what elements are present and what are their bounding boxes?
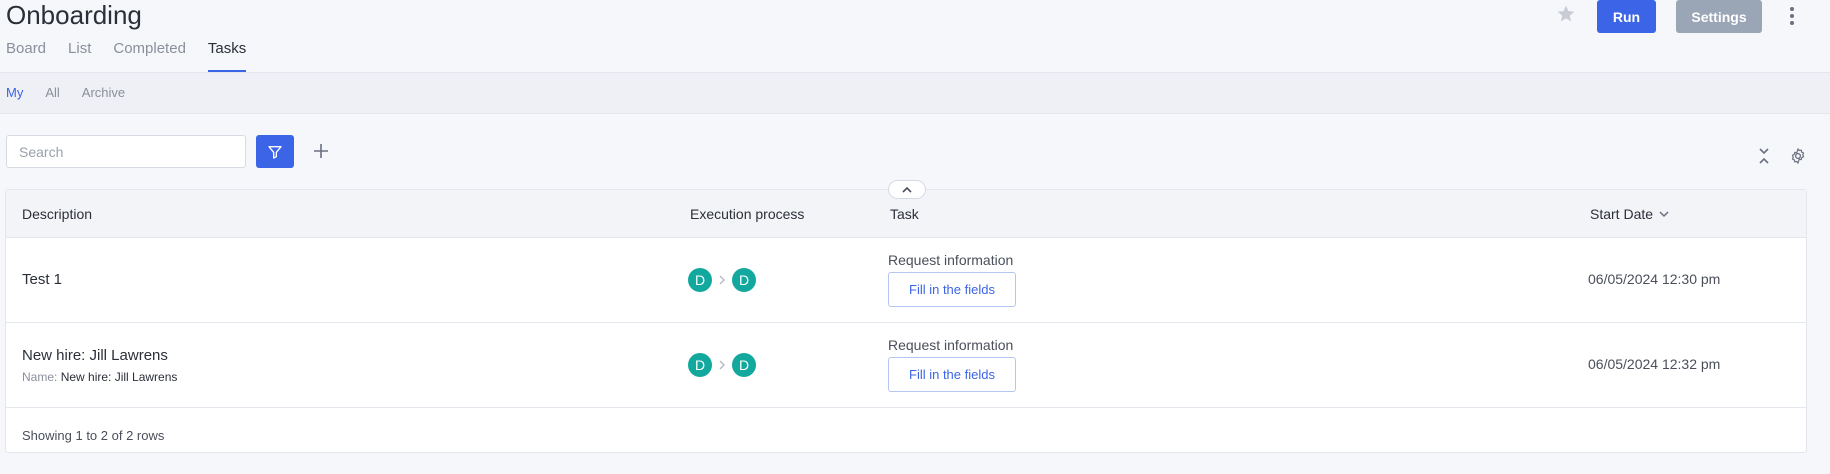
subtab-my[interactable]: My bbox=[6, 85, 23, 100]
run-button[interactable]: Run bbox=[1597, 0, 1656, 33]
settings-button[interactable]: Settings bbox=[1676, 0, 1762, 33]
subtab-all[interactable]: All bbox=[45, 85, 59, 100]
filter-icon bbox=[268, 145, 282, 159]
add-button[interactable] bbox=[308, 138, 334, 164]
main-tabs: Board List Completed Tasks bbox=[6, 38, 268, 72]
subtabs: My All Archive bbox=[6, 85, 147, 100]
start-date: 06/05/2024 12:30 pm bbox=[1588, 271, 1721, 287]
execution-process: D D bbox=[688, 268, 756, 292]
chevron-down-icon bbox=[1659, 211, 1669, 218]
page-header: Onboarding Board List Completed Tasks Ru… bbox=[0, 0, 1830, 72]
subtab-archive[interactable]: Archive bbox=[82, 85, 125, 100]
chevron-right-icon bbox=[712, 360, 732, 370]
column-description[interactable]: Description bbox=[22, 205, 92, 223]
row-description: New hire: Jill Lawrens bbox=[22, 347, 168, 364]
column-start-date-label: Start Date bbox=[1590, 206, 1654, 222]
gear-icon[interactable] bbox=[1786, 144, 1810, 168]
search-input[interactable] bbox=[6, 135, 246, 168]
avatar: D bbox=[732, 353, 756, 377]
table-collapse-toggle[interactable] bbox=[888, 180, 926, 199]
execution-process: D D bbox=[688, 353, 756, 377]
start-date: 06/05/2024 12:32 pm bbox=[1588, 356, 1721, 372]
plus-icon bbox=[314, 144, 328, 158]
chevron-up-icon bbox=[902, 186, 912, 193]
table-row[interactable]: Test 1 D D Request information Fill in t… bbox=[6, 238, 1806, 323]
column-start-date[interactable]: Start Date bbox=[1590, 205, 1669, 223]
row-subtext-value: New hire: Jill Lawrens bbox=[60, 370, 178, 384]
chevron-right-icon bbox=[712, 275, 732, 285]
star-icon[interactable] bbox=[1554, 2, 1578, 26]
tasks-table: Description Execution process Task Start… bbox=[5, 189, 1807, 453]
row-subtext: Name: New hire: Jill Lawrens bbox=[22, 370, 177, 384]
avatar: D bbox=[688, 268, 712, 292]
tab-completed[interactable]: Completed bbox=[113, 38, 186, 72]
task-label: Request information bbox=[888, 252, 1014, 268]
task-label: Request information bbox=[888, 337, 1014, 353]
fill-fields-button[interactable]: Fill in the fields bbox=[888, 272, 1016, 307]
tab-list[interactable]: List bbox=[68, 38, 91, 72]
more-vertical-icon[interactable] bbox=[1782, 4, 1802, 28]
subtabs-bar: My All Archive bbox=[0, 72, 1830, 114]
column-task[interactable]: Task bbox=[890, 205, 919, 223]
page-title: Onboarding bbox=[6, 0, 142, 30]
row-subtext-label: Name: bbox=[22, 370, 58, 384]
fill-fields-button[interactable]: Fill in the fields bbox=[888, 357, 1016, 392]
tab-tasks[interactable]: Tasks bbox=[207, 38, 247, 72]
avatar: D bbox=[688, 353, 712, 377]
row-description: Test 1 bbox=[22, 271, 63, 288]
column-execution-process[interactable]: Execution process bbox=[690, 205, 804, 223]
collapse-icon[interactable] bbox=[1752, 144, 1776, 168]
table-row[interactable]: New hire: Jill Lawrens Name: New hire: J… bbox=[6, 323, 1806, 408]
filter-button[interactable] bbox=[256, 135, 294, 168]
avatar: D bbox=[732, 268, 756, 292]
table-footer: Showing 1 to 2 of 2 rows bbox=[22, 428, 165, 443]
tab-board[interactable]: Board bbox=[6, 38, 46, 72]
